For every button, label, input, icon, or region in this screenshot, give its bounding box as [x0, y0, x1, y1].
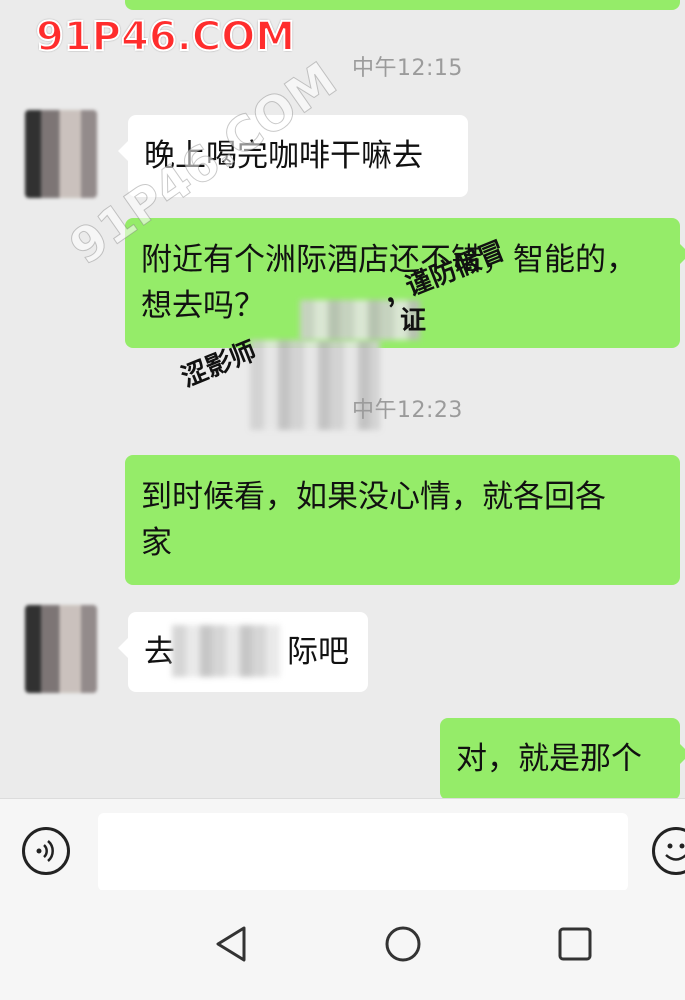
- message-text: 去: [144, 634, 175, 670]
- message-text: 对，就是那个: [456, 741, 642, 777]
- chat-area[interactable]: 中午12:15 晚上喝完咖啡干嘛去 附近有个洲际酒店还不错，智能的， 想去吗？ …: [0, 0, 685, 798]
- input-bar: [0, 798, 685, 891]
- message-text-line: 到时候看，如果没心情，就各回各: [141, 479, 606, 515]
- contact-avatar[interactable]: [25, 605, 97, 693]
- message-text: 晚上喝完咖啡干嘛去: [144, 138, 423, 174]
- message-text: 际吧: [287, 634, 349, 670]
- emoji-button[interactable]: [652, 827, 685, 875]
- voice-icon: [36, 840, 54, 862]
- back-button[interactable]: [212, 924, 252, 964]
- message-input[interactable]: [98, 813, 628, 891]
- blurred-region: [172, 625, 280, 677]
- home-button[interactable]: [383, 924, 423, 964]
- incoming-message[interactable]: 晚上喝完咖啡干嘛去: [118, 115, 468, 197]
- message-text-line: 附近有个洲际酒店还不错，智能的，: [141, 242, 637, 278]
- outgoing-message[interactable]: 对，就是那个: [440, 718, 685, 798]
- timestamp: 中午12:15: [352, 56, 463, 81]
- message-text-line: 想去吗？: [141, 288, 265, 324]
- previous-message-bubble[interactable]: [125, 0, 680, 10]
- outgoing-message[interactable]: 到时候看，如果没心情，就各回各 家: [125, 455, 680, 585]
- emoji-icon: [665, 843, 685, 861]
- system-navigation-bar: [0, 890, 685, 1000]
- site-watermark: 91P46.COM: [35, 13, 296, 61]
- message-text-line: 家: [141, 525, 172, 561]
- blurred-region: [300, 300, 420, 340]
- timestamp: 中午12:23: [352, 398, 463, 423]
- back-icon: [216, 926, 246, 962]
- recents-icon: [558, 927, 592, 961]
- home-icon: [385, 926, 421, 962]
- recents-button[interactable]: [555, 924, 595, 964]
- voice-button[interactable]: [22, 827, 70, 875]
- contact-avatar[interactable]: [25, 110, 97, 198]
